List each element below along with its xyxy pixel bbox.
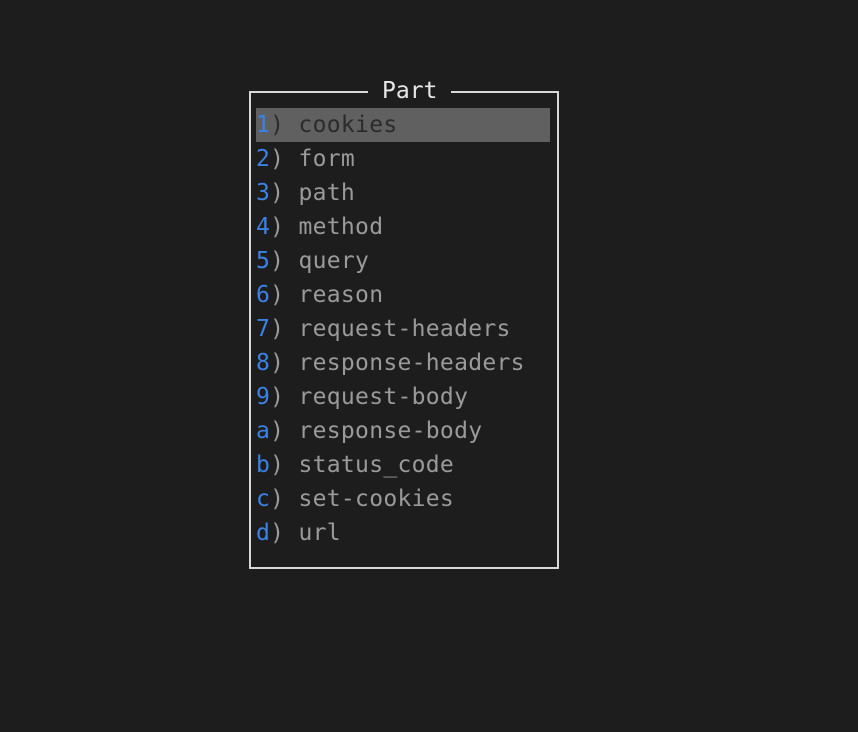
list-item[interactable]: 9) request-body: [256, 380, 550, 414]
list-item[interactable]: 8) response-headers: [256, 346, 550, 380]
item-label: form: [298, 146, 356, 172]
item-key: 4: [256, 214, 271, 240]
list-item[interactable]: 7) request-headers: [256, 312, 550, 346]
list-item[interactable]: 2) form: [256, 142, 550, 176]
item-key: 5: [256, 248, 271, 274]
item-key: c: [256, 486, 271, 512]
item-key: 7: [256, 316, 271, 342]
item-label: query: [298, 248, 370, 274]
item-label: response-headers: [298, 350, 525, 376]
item-label: request-body: [298, 384, 469, 410]
item-key: 2: [256, 146, 271, 172]
list-item[interactable]: a) response-body: [256, 414, 550, 448]
list-item[interactable]: 6) reason: [256, 278, 550, 312]
list-item[interactable]: 3) path: [256, 176, 550, 210]
list-item[interactable]: c) set-cookies: [256, 482, 550, 516]
list-item-selected[interactable]: 1) cookies: [256, 108, 550, 142]
item-key: 1: [256, 112, 271, 138]
item-label: url: [298, 520, 341, 546]
item-key: a: [256, 418, 271, 444]
item-key: 9: [256, 384, 271, 410]
item-label: request-headers: [298, 316, 511, 342]
item-label: response-body: [298, 418, 483, 444]
list-item[interactable]: b) status_code: [256, 448, 550, 482]
dialog-title: Part: [368, 76, 452, 106]
item-key: 8: [256, 350, 271, 376]
item-key: d: [256, 520, 271, 546]
option-list: 1) cookies 2) form 3) path 4) method 5) …: [256, 108, 550, 550]
item-key: 3: [256, 180, 271, 206]
list-item[interactable]: d) url: [256, 516, 550, 550]
list-item[interactable]: 4) method: [256, 210, 550, 244]
item-label: reason: [298, 282, 384, 308]
item-label: set-cookies: [298, 486, 455, 512]
item-key: b: [256, 452, 271, 478]
list-item[interactable]: 5) query: [256, 244, 550, 278]
item-label: path: [298, 180, 356, 206]
item-key: 6: [256, 282, 271, 308]
item-label: cookies: [298, 112, 398, 138]
item-label: status_code: [298, 452, 455, 478]
item-label: method: [298, 214, 384, 240]
